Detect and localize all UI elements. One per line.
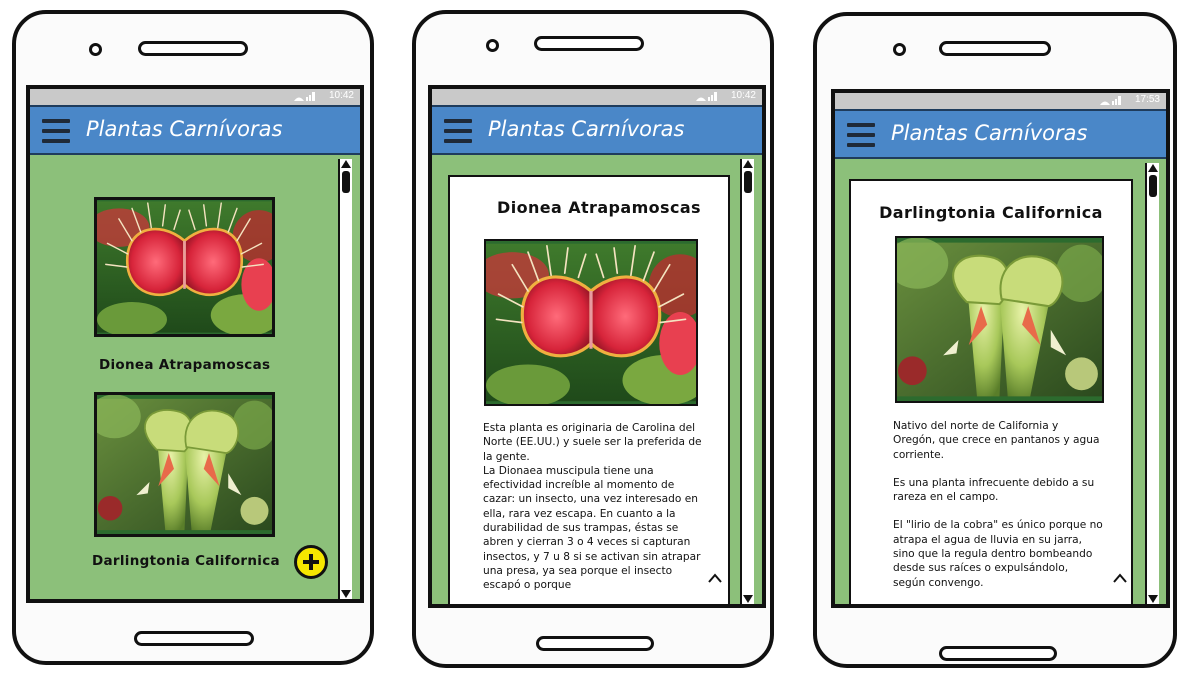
scrollbar[interactable] <box>1145 163 1159 604</box>
speaker-slot <box>138 41 248 56</box>
camera-dot <box>89 43 102 56</box>
scroll-up-icon[interactable] <box>743 160 753 168</box>
detail-description: Nativo del norte de California y Oregón,… <box>893 419 1103 590</box>
description-paragraph: El "lirio de la cobra" es único porque n… <box>893 519 1103 589</box>
app-bar: Plantas Carnívoras <box>432 105 762 155</box>
home-button[interactable] <box>134 631 254 646</box>
screen-detail: 17:53 Plantas Carnívoras Darlingtonia Ca… <box>831 89 1170 608</box>
detail-image <box>484 239 698 406</box>
phone-frame-detail-dionea: 10:42 Plantas Carnívoras Dionea Atrapamo… <box>412 10 774 668</box>
status-time: 10:42 <box>328 90 354 101</box>
speaker-slot <box>939 41 1051 56</box>
speaker-slot <box>534 36 644 51</box>
home-button[interactable] <box>939 646 1057 661</box>
scrollbar[interactable] <box>338 159 352 599</box>
screen-list: 10:42 Plantas Carnívoras Dionea Atrapamo… <box>26 85 364 603</box>
hamburger-menu-icon[interactable] <box>42 119 70 143</box>
status-time: 10:42 <box>730 90 756 101</box>
status-bar: 10:42 <box>30 89 360 105</box>
scroll-thumb[interactable] <box>744 171 752 193</box>
scroll-down-icon[interactable] <box>1148 595 1158 603</box>
home-button[interactable] <box>536 636 654 651</box>
detail-image <box>895 236 1104 403</box>
scroll-down-icon[interactable] <box>743 595 753 603</box>
status-bar: 10:42 <box>432 89 762 105</box>
description-paragraph: La Dionaea muscipula tiene una efectivid… <box>483 464 701 592</box>
description-paragraph: Es una planta infrecuente debido a su ra… <box>893 476 1095 504</box>
app-bar: Plantas Carnívoras <box>30 105 360 155</box>
app-title: Plantas Carnívoras <box>488 117 685 141</box>
status-time: 17:53 <box>1134 94 1160 105</box>
detail-card: Dionea Atrapamoscas Esta planta es origi… <box>448 175 730 604</box>
cobra-lily-image <box>897 238 1102 401</box>
venus-flytrap-image <box>486 241 696 404</box>
description-paragraph: Esta planta es originaria de Carolina de… <box>483 422 702 463</box>
chevron-up-icon[interactable] <box>1113 573 1127 583</box>
camera-dot <box>486 39 499 52</box>
detail-title: Dionea Atrapamoscas <box>497 198 701 217</box>
scroll-up-icon[interactable] <box>1148 164 1158 172</box>
phone-frame-list: 10:42 Plantas Carnívoras Dionea Atrapamo… <box>12 10 374 665</box>
scroll-thumb[interactable] <box>1149 175 1157 197</box>
scroll-down-icon[interactable] <box>341 590 351 598</box>
cobra-lily-image <box>97 395 272 534</box>
status-bar: 17:53 <box>835 93 1166 109</box>
screen-detail: 10:42 Plantas Carnívoras Dionea Atrapamo… <box>428 85 766 608</box>
scroll-thumb[interactable] <box>342 171 350 193</box>
signal-icon <box>294 92 315 101</box>
hamburger-menu-icon[interactable] <box>847 123 875 147</box>
signal-icon <box>696 92 717 101</box>
venus-flytrap-image <box>97 200 272 334</box>
detail-card: Darlingtonia Californica Nativo del nort… <box>849 179 1133 604</box>
scroll-up-icon[interactable] <box>341 160 351 168</box>
list-item-label[interactable]: Dionea Atrapamoscas <box>99 357 270 373</box>
list-item-image[interactable] <box>94 197 275 337</box>
phone-frame-detail-darlingtonia: 17:53 Plantas Carnívoras Darlingtonia Ca… <box>813 12 1177 668</box>
scrollbar[interactable] <box>740 159 754 604</box>
signal-icon <box>1100 96 1121 105</box>
add-plant-button[interactable] <box>294 545 328 579</box>
app-bar: Plantas Carnívoras <box>835 109 1166 159</box>
description-paragraph: Nativo del norte de California y Oregón,… <box>893 420 1100 461</box>
chevron-up-icon[interactable] <box>708 573 722 583</box>
hamburger-menu-icon[interactable] <box>444 119 472 143</box>
app-title: Plantas Carnívoras <box>891 121 1088 145</box>
list-item-label[interactable]: Darlingtonia Californica <box>92 553 280 569</box>
detail-title: Darlingtonia Californica <box>879 203 1103 222</box>
app-title: Plantas Carnívoras <box>86 117 283 141</box>
detail-description: Esta planta es originaria de Carolina de… <box>483 421 709 593</box>
list-item-image[interactable] <box>94 392 275 537</box>
camera-dot <box>893 43 906 56</box>
